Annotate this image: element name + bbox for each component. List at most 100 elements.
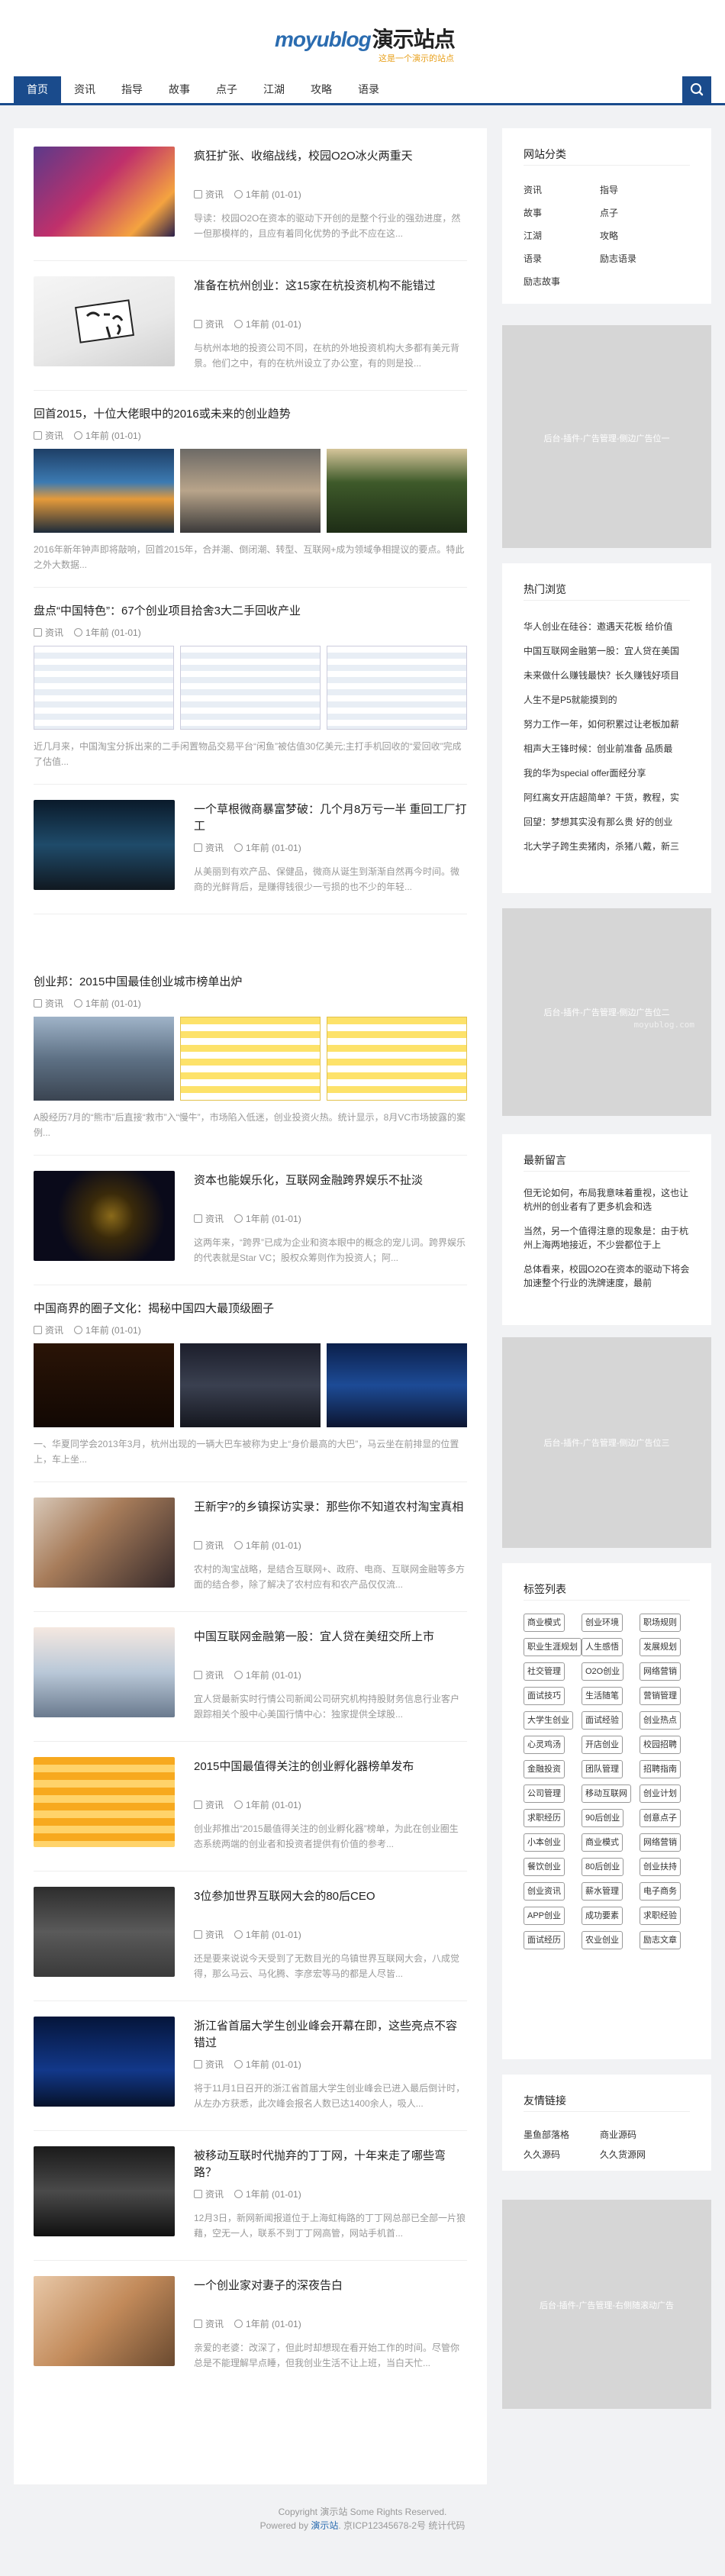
article-thumbnail[interactable] bbox=[34, 1171, 175, 1261]
search-button[interactable] bbox=[682, 76, 711, 103]
tag-link[interactable]: 餐饮创业 bbox=[524, 1858, 565, 1876]
article-category[interactable]: 资讯 bbox=[45, 627, 63, 638]
category-link[interactable]: 点子 bbox=[600, 206, 618, 219]
article-title[interactable]: 浙江省首届大学生创业峰会开幕在即，这些亮点不容错过 bbox=[194, 2018, 467, 2052]
sidebar-ad[interactable]: 后台-插件-广告管理-侧边广告位一 bbox=[502, 325, 711, 548]
tag-link[interactable]: 电子商务 bbox=[640, 1882, 681, 1901]
article-image[interactable] bbox=[327, 1017, 467, 1101]
article-image[interactable] bbox=[180, 1343, 321, 1427]
nav-jianghu[interactable]: 江湖 bbox=[250, 76, 298, 103]
nav-story[interactable]: 故事 bbox=[156, 76, 203, 103]
tag-link[interactable]: 职场规则 bbox=[640, 1614, 681, 1632]
site-logo[interactable]: moyublog演示站点 这是一个演示的站点 bbox=[275, 23, 458, 69]
article-item[interactable]: 浙江省首届大学生创业峰会开幕在即，这些亮点不容错过 资讯 1年前 (01-01) … bbox=[34, 2017, 467, 2131]
hot-post-link[interactable]: 相声大王锋时候：创业前准备 品质最 bbox=[524, 742, 690, 755]
comment-link[interactable]: 总体看来，校园O2O在资本的驱动下将会加速整个行业的洗牌速度，最前 bbox=[524, 1262, 690, 1290]
category-link[interactable]: 语录 bbox=[524, 252, 542, 265]
tag-link[interactable]: 网络营销 bbox=[640, 1662, 681, 1681]
tag-link[interactable]: 金融投资 bbox=[524, 1760, 565, 1778]
article-title[interactable]: 准备在杭州创业：这15家在杭投资机构不能错过 bbox=[194, 278, 467, 295]
article-title[interactable]: 3位参加世界互联网大会的80后CEO bbox=[194, 1888, 467, 1905]
tag-link[interactable]: 社交管理 bbox=[524, 1662, 565, 1681]
hot-post-link[interactable]: 中国互联网金融第一股：宜人贷在美国 bbox=[524, 644, 690, 657]
article-category[interactable]: 资讯 bbox=[45, 998, 63, 1009]
tag-link[interactable]: 创意点子 bbox=[640, 1809, 681, 1827]
article-image[interactable] bbox=[180, 449, 321, 533]
tag-link[interactable]: 招聘指南 bbox=[640, 1760, 681, 1778]
tag-link[interactable]: O2O创业 bbox=[582, 1662, 624, 1681]
article-title[interactable]: 王新宇?的乡镇探访实录：那些你不知道农村淘宝真相 bbox=[194, 1499, 467, 1516]
article-image[interactable] bbox=[34, 1017, 174, 1101]
tag-link[interactable]: 小本创业 bbox=[524, 1833, 565, 1852]
category-link[interactable]: 指导 bbox=[600, 183, 618, 196]
tag-link[interactable]: 心灵鸡汤 bbox=[524, 1736, 565, 1754]
tag-link[interactable]: 创业计划 bbox=[640, 1785, 681, 1803]
hot-post-link[interactable]: 我的华为special offer面经分享 bbox=[524, 766, 690, 779]
tag-link[interactable]: 移动互联网 bbox=[582, 1785, 631, 1803]
category-link[interactable]: 资讯 bbox=[524, 183, 542, 196]
hot-post-link[interactable]: 努力工作一年，如何积累过让老板加薪 bbox=[524, 717, 690, 730]
article-item[interactable]: 创业邦：2015中国最佳创业城市榜单出炉 资讯 1年前 (01-01) A股经历7… bbox=[34, 974, 467, 1156]
hot-post-link[interactable]: 回望：梦想其实没有那么贵 好的创业 bbox=[524, 815, 690, 828]
article-thumbnail[interactable] bbox=[34, 147, 175, 237]
nav-news[interactable]: 资讯 bbox=[61, 76, 108, 103]
tag-link[interactable]: 面试技巧 bbox=[524, 1687, 565, 1705]
article-title[interactable]: 中国互联网金融第一股：宜人贷在美纽交所上市 bbox=[194, 1629, 467, 1646]
article-title[interactable]: 疯狂扩张、收缩战线，校园O2O冰火两重天 bbox=[194, 148, 467, 165]
article-item[interactable]: 中国商界的圈子文化：揭秘中国四大最顶级圈子 资讯 1年前 (01-01) 一、华夏… bbox=[34, 1301, 467, 1482]
category-link[interactable]: 励志故事 bbox=[524, 275, 560, 288]
tag-link[interactable]: 90后创业 bbox=[582, 1809, 624, 1827]
hot-post-link[interactable]: 华人创业在硅谷：邀遇天花板 给价值 bbox=[524, 620, 690, 633]
friend-link[interactable]: 商业源码 bbox=[600, 2128, 636, 2141]
article-title[interactable]: 回首2015，十位大佬眼中的2016或未来的创业趋势 bbox=[34, 406, 467, 423]
hot-post-link[interactable]: 人生不是P5就能摸到的 bbox=[524, 693, 690, 706]
article-category[interactable]: 资讯 bbox=[205, 2319, 224, 2329]
hot-post-link[interactable]: 北大学子跨生卖猪肉，杀猪八戴，新三 bbox=[524, 840, 690, 853]
tag-link[interactable]: 创业扶持 bbox=[640, 1858, 681, 1876]
tag-link[interactable]: 发展规划 bbox=[640, 1638, 681, 1656]
comment-link[interactable]: 但无论如何，布局我意味着重视，这也让杭州的创业者有了更多机会和选 bbox=[524, 1186, 690, 1214]
tag-link[interactable]: 创业热点 bbox=[640, 1711, 681, 1730]
tag-link[interactable]: 面试经历 bbox=[524, 1931, 565, 1949]
tag-link[interactable]: 网络营销 bbox=[640, 1833, 681, 1852]
article-item[interactable]: 王新宇?的乡镇探访实录：那些你不知道农村淘宝真相 资讯 1年前 (01-01) 农… bbox=[34, 1498, 467, 1612]
article-title[interactable]: 中国商界的圈子文化：揭秘中国四大最顶级圈子 bbox=[34, 1301, 467, 1317]
article-thumbnail[interactable] bbox=[34, 800, 175, 890]
friend-link[interactable]: 久久源码 bbox=[524, 2148, 560, 2161]
article-title[interactable]: 被移动互联时代抛弃的丁丁网，十年来走了哪些弯路？ bbox=[194, 2148, 467, 2181]
article-category[interactable]: 资讯 bbox=[205, 1930, 224, 1940]
article-title[interactable]: 2015中国最值得关注的创业孵化器榜单发布 bbox=[194, 1759, 467, 1775]
category-link[interactable]: 故事 bbox=[524, 206, 542, 219]
friend-link[interactable]: 久久货源网 bbox=[600, 2148, 646, 2161]
tag-link[interactable]: 励志文章 bbox=[640, 1931, 681, 1949]
article-thumbnail[interactable] bbox=[34, 276, 175, 366]
tag-link[interactable]: 成功要素 bbox=[582, 1907, 623, 1925]
article-category[interactable]: 资讯 bbox=[45, 1325, 63, 1336]
article-item[interactable]: 中国互联网金融第一股：宜人贷在美纽交所上市 资讯 1年前 (01-01) 宜人贷最… bbox=[34, 1627, 467, 1742]
tag-link[interactable]: 营销管理 bbox=[640, 1687, 681, 1705]
article-item[interactable]: 疯狂扩张、收缩战线，校园O2O冰火两重天 资讯 1年前 (01-01) 导读：校园… bbox=[34, 147, 467, 261]
article-thumbnail[interactable] bbox=[34, 1627, 175, 1717]
tag-link[interactable]: 开店创业 bbox=[582, 1736, 623, 1754]
tag-link[interactable]: 商业模式 bbox=[524, 1614, 565, 1632]
tag-link[interactable]: 求职经验 bbox=[640, 1907, 681, 1925]
article-category[interactable]: 资讯 bbox=[45, 430, 63, 441]
article-category[interactable]: 资讯 bbox=[205, 189, 224, 200]
category-link[interactable]: 攻略 bbox=[600, 229, 618, 242]
tag-link[interactable]: 商业模式 bbox=[582, 1833, 623, 1852]
tag-link[interactable]: 团队管理 bbox=[582, 1760, 623, 1778]
article-image[interactable] bbox=[327, 1343, 467, 1427]
tag-link[interactable]: 创业环境 bbox=[582, 1614, 623, 1632]
article-image[interactable] bbox=[180, 1017, 321, 1101]
article-image[interactable] bbox=[327, 646, 467, 730]
article-item[interactable]: 回首2015，十位大佬眼中的2016或未来的创业趋势 资讯 1年前 (01-01)… bbox=[34, 406, 467, 588]
article-category[interactable]: 资讯 bbox=[205, 1540, 224, 1551]
category-link[interactable]: 江湖 bbox=[524, 229, 542, 242]
hot-post-link[interactable]: 未来做什么赚钱最快？长久赚钱好项目 bbox=[524, 669, 690, 682]
article-category[interactable]: 资讯 bbox=[205, 2189, 224, 2200]
tag-link[interactable]: 求职经历 bbox=[524, 1809, 565, 1827]
tag-link[interactable]: 人生感悟 bbox=[582, 1638, 623, 1656]
article-category[interactable]: 资讯 bbox=[205, 1670, 224, 1681]
article-thumbnail[interactable] bbox=[34, 1887, 175, 1977]
article-thumbnail[interactable] bbox=[34, 2146, 175, 2236]
